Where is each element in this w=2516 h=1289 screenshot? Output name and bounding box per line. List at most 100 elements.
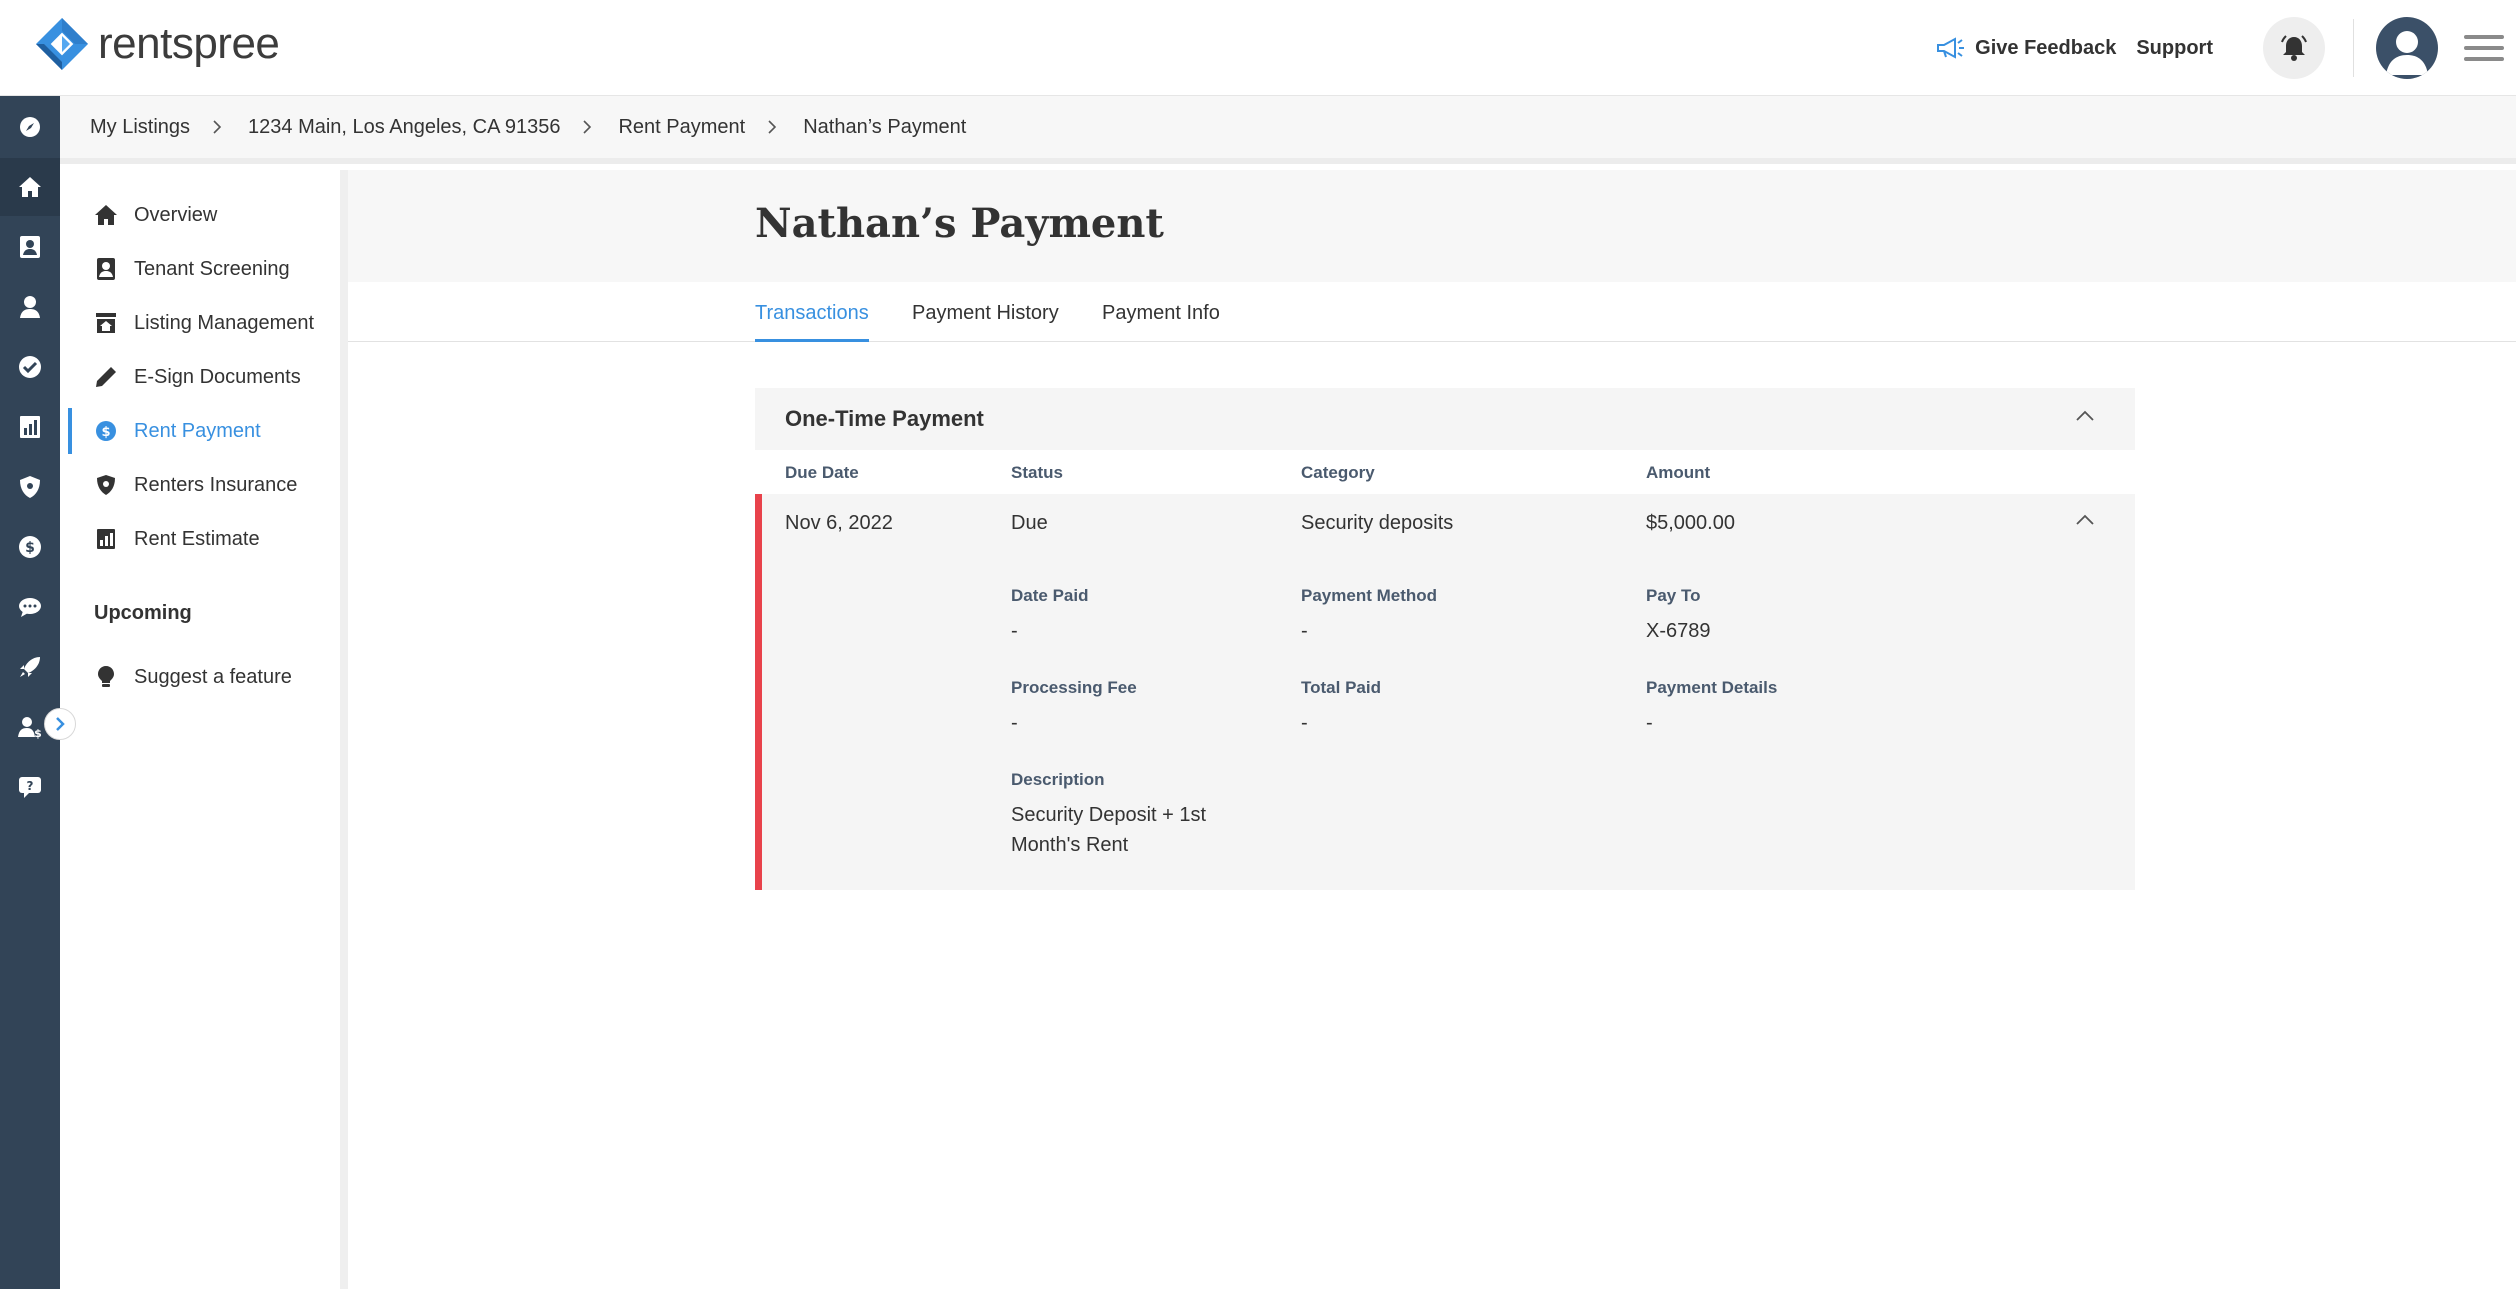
- tab-payment-history[interactable]: Payment History: [912, 302, 1059, 342]
- rail-home[interactable]: [0, 158, 60, 216]
- chevron-right-icon: [54, 716, 66, 732]
- avatar[interactable]: [2376, 17, 2438, 79]
- page-title: Nathan’s Payment: [755, 200, 1164, 247]
- status-badge: Due: [1011, 512, 1048, 535]
- column-amount: Amount: [1646, 463, 1710, 483]
- hamburger-menu-icon[interactable]: [2464, 35, 2504, 61]
- tab-bar: Transactions Payment History Payment Inf…: [348, 282, 2516, 342]
- notification-button[interactable]: [2263, 17, 2325, 79]
- help-icon: ?: [18, 776, 42, 798]
- report-icon: [19, 415, 41, 439]
- column-status: Status: [1011, 463, 1063, 483]
- payment-details-label: Payment Details: [1646, 678, 1777, 698]
- one-time-payment-header[interactable]: One-Time Payment: [755, 388, 2135, 450]
- rail-rocket[interactable]: [0, 638, 60, 696]
- tenant-screening-icon: [96, 257, 116, 281]
- description-line-1: Security Deposit + 1st: [1011, 800, 1206, 830]
- suggest-feature-link[interactable]: Suggest a feature: [68, 654, 340, 700]
- breadcrumb-rent-payment[interactable]: Rent Payment: [618, 116, 745, 139]
- payment-method-value: -: [1301, 616, 1308, 646]
- rail-dollar[interactable]: $: [0, 518, 60, 576]
- total-paid-label: Total Paid: [1301, 678, 1381, 698]
- breadcrumb-chevron-icon: [767, 119, 777, 135]
- support-link[interactable]: Support: [2136, 37, 2213, 60]
- breadcrumb-chevron-icon: [212, 119, 222, 135]
- sidebar-item-esign-documents[interactable]: E-Sign Documents: [68, 354, 340, 400]
- breadcrumb-current: Nathan’s Payment: [803, 116, 966, 139]
- megaphone-icon: [1935, 37, 1965, 59]
- header-divider: [2353, 19, 2354, 77]
- svg-text:$: $: [25, 540, 35, 556]
- description-label: Description: [1011, 770, 1105, 790]
- give-feedback-button[interactable]: Give Feedback: [1935, 37, 2116, 60]
- chevron-up-icon[interactable]: [2075, 410, 2095, 422]
- chevron-up-icon[interactable]: [2075, 514, 2095, 526]
- suggest-feature-label: Suggest a feature: [134, 666, 292, 689]
- table-row[interactable]: Nov 6, 2022 Due Security deposits $5,000…: [755, 494, 2135, 890]
- logo-mark-icon: [34, 16, 90, 72]
- due-date-value: Nov 6, 2022: [785, 512, 893, 535]
- bell-icon: [2279, 33, 2309, 63]
- column-category: Category: [1301, 463, 1375, 483]
- logo-text: rentspree: [98, 19, 279, 69]
- home-icon: [94, 204, 118, 226]
- breadcrumb: My Listings 1234 Main, Los Angeles, CA 9…: [60, 96, 2516, 164]
- page-header: [348, 170, 2516, 282]
- rail-person[interactable]: [0, 278, 60, 336]
- rail-report[interactable]: [0, 398, 60, 456]
- table-header: Due Date Status Category Amount: [755, 450, 2135, 494]
- upcoming-heading: Upcoming: [94, 602, 192, 625]
- sidebar-item-renters-insurance[interactable]: Renters Insurance: [68, 462, 340, 508]
- sidebar-item-overview[interactable]: Overview: [68, 192, 340, 238]
- date-paid-value: -: [1011, 616, 1018, 646]
- shield-icon: [96, 474, 116, 496]
- rentspree-logo[interactable]: rentspree: [34, 14, 279, 74]
- breadcrumb-chevron-icon: [582, 119, 592, 135]
- property-sidebar: Overview Tenant Screening Listing Manage…: [68, 170, 340, 1289]
- payment-details-value: -: [1646, 708, 1653, 738]
- agent-icon: $: [17, 715, 43, 739]
- pen-icon: [95, 366, 117, 388]
- expand-sidebar-button[interactable]: [44, 708, 76, 740]
- dollar-icon: $: [18, 535, 42, 559]
- breadcrumb-my-listings[interactable]: My Listings: [90, 116, 190, 139]
- rail-tenant-screening[interactable]: [0, 218, 60, 276]
- sidebar-divider: [340, 170, 348, 1289]
- amount-value: $5,000.00: [1646, 512, 1735, 535]
- tab-transactions[interactable]: Transactions: [755, 302, 869, 342]
- rail-shield[interactable]: [0, 458, 60, 516]
- dollar-icon: $: [95, 420, 117, 442]
- give-feedback-label: Give Feedback: [1975, 37, 2116, 60]
- report-icon: [96, 528, 116, 550]
- svg-text:$: $: [34, 727, 42, 739]
- pay-to-value: X-6789: [1646, 616, 1711, 646]
- shield-icon: [19, 475, 41, 499]
- description-line-2: Month's Rent: [1011, 830, 1128, 860]
- sidebar-item-label: E-Sign Documents: [134, 366, 301, 389]
- sidebar-item-label: Rent Payment: [134, 420, 261, 443]
- sidebar-item-rent-estimate[interactable]: Rent Estimate: [68, 516, 340, 562]
- rail-help[interactable]: ?: [0, 758, 60, 816]
- date-paid-label: Date Paid: [1011, 586, 1088, 606]
- svg-text:$: $: [101, 425, 110, 440]
- rail-check[interactable]: [0, 338, 60, 396]
- check-circle-icon: [18, 355, 42, 379]
- section-title: One-Time Payment: [785, 406, 984, 432]
- sidebar-item-tenant-screening[interactable]: Tenant Screening: [68, 246, 340, 292]
- category-value: Security deposits: [1301, 512, 1453, 535]
- tab-payment-info[interactable]: Payment Info: [1102, 302, 1220, 342]
- rail-compass[interactable]: [0, 98, 60, 156]
- rail-chat[interactable]: [0, 578, 60, 636]
- top-header: rentspree Give Feedback Support: [0, 0, 2516, 96]
- user-avatar-icon: [2376, 17, 2438, 79]
- listing-icon: [95, 312, 117, 334]
- sidebar-item-label: Renters Insurance: [134, 474, 297, 497]
- sidebar-item-rent-payment[interactable]: $ Rent Payment: [68, 408, 340, 454]
- left-icon-rail: $ $ ?: [0, 96, 60, 1289]
- sidebar-item-listing-management[interactable]: Listing Management: [68, 300, 340, 346]
- one-time-payment-card: One-Time Payment Due Date Status Categor…: [755, 388, 2135, 890]
- sidebar-item-label: Rent Estimate: [134, 528, 260, 551]
- payment-method-label: Payment Method: [1301, 586, 1437, 606]
- breadcrumb-property[interactable]: 1234 Main, Los Angeles, CA 91356: [248, 116, 560, 139]
- sidebar-item-label: Tenant Screening: [134, 258, 290, 281]
